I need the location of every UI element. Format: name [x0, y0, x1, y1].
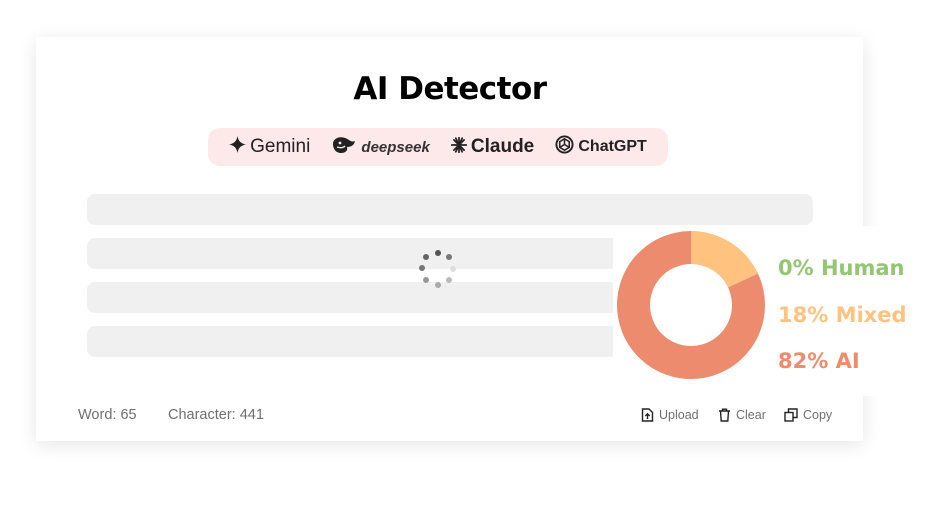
text-skeleton-line: [87, 238, 627, 269]
model-label: deepseek: [361, 138, 430, 156]
upload-label: Upload: [659, 408, 699, 422]
upload-icon: [641, 408, 654, 422]
loading-spinner-icon: [418, 249, 458, 289]
copy-button[interactable]: Copy: [784, 408, 832, 422]
sparkle-icon: [229, 136, 247, 158]
copy-icon: [784, 408, 798, 422]
word-count: Word: 65: [78, 407, 137, 423]
upload-button[interactable]: Upload: [641, 408, 699, 422]
trash-icon: [718, 408, 731, 422]
legend-mixed: 18% Mixed: [778, 303, 907, 327]
result-panel: 0% Human 18% Mixed 82% AI: [613, 226, 930, 396]
model-deepseek: deepseek: [331, 135, 430, 160]
result-donut-chart: [617, 231, 765, 379]
model-strip: Gemini deepseek Claude ChatGPT: [208, 128, 668, 166]
whale-icon: [331, 135, 357, 160]
legend-human: 0% Human: [778, 256, 905, 280]
legend-ai: 82% AI: [778, 349, 860, 373]
model-claude: Claude: [450, 136, 535, 158]
copy-label: Copy: [803, 408, 833, 422]
model-label: Claude: [470, 136, 535, 157]
asterisk-icon: [450, 136, 467, 158]
openai-icon: [555, 135, 574, 159]
clear-label: Clear: [736, 408, 766, 422]
text-skeleton-line: [87, 194, 813, 225]
character-count: Character: 441: [168, 407, 264, 423]
page-title: AI Detector: [353, 71, 547, 107]
model-label: ChatGPT: [578, 138, 647, 155]
text-skeleton-line: [87, 326, 627, 357]
model-chatgpt: ChatGPT: [555, 135, 647, 159]
clear-button[interactable]: Clear: [718, 408, 766, 422]
model-gemini: Gemini: [229, 136, 310, 158]
text-skeleton-line: [87, 282, 627, 313]
model-label: Gemini: [250, 136, 311, 157]
